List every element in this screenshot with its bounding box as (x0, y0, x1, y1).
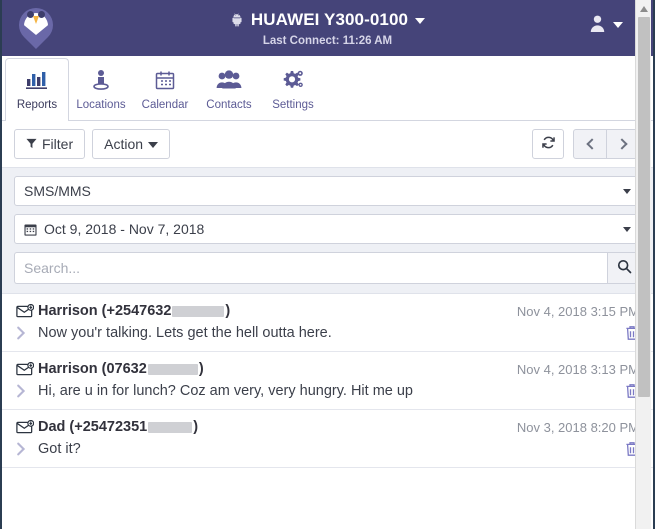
message-text: Hi, are u in for lunch? Coz am very, ver… (38, 383, 413, 399)
tab-contacts-label: Contacts (206, 99, 252, 111)
tab-reports-label: Reports (16, 99, 58, 111)
owl-pin-logo (11, 0, 61, 50)
envelope-incoming-icon (16, 419, 38, 435)
action-toolbar: Filter Action (2, 121, 653, 167)
calendar-icon (24, 223, 37, 236)
tab-contacts[interactable]: Contacts (197, 58, 261, 120)
calendar-icon (154, 67, 176, 93)
bar-chart-icon (25, 67, 49, 93)
envelope-incoming-icon (16, 361, 38, 377)
people-icon (216, 67, 242, 93)
user-avatar-icon (589, 14, 606, 33)
message-body: Hi, are u in for lunch? Coz am very, ver… (16, 383, 639, 399)
message-body: Now you'r talking. Lets get the hell out… (16, 325, 639, 341)
message-timestamp: Nov 4, 2018 3:13 PM (516, 361, 639, 377)
owl-right-eye (38, 11, 45, 18)
action-dropdown-button[interactable]: Action (92, 129, 171, 159)
chevron-down-icon (148, 142, 159, 148)
chevron-down-icon (623, 188, 631, 194)
filter-button[interactable]: Filter (14, 129, 86, 159)
device-name: HUAWEI Y300-0100 (250, 9, 409, 29)
funnel-icon (26, 136, 37, 152)
redacted-phone-digits (148, 421, 193, 433)
scroll-up-arrow-icon[interactable] (636, 0, 651, 17)
expand-message-chevron-right-icon[interactable] (16, 384, 38, 398)
tab-calendar-label: Calendar (141, 99, 189, 111)
message-sender: Harrison (+2547632 ) (38, 303, 230, 319)
refresh-button[interactable] (532, 129, 564, 159)
gears-icon (281, 67, 305, 93)
main-nav-tabs: Reports Locations Calendar Contacts Sett… (2, 56, 653, 121)
message-sender: Harrison (07632 ) (38, 361, 204, 377)
date-range-value: Oct 9, 2018 - Nov 7, 2018 (44, 221, 205, 237)
message-header: Dad (+25472351 ) Nov 3, 2018 8:20 PM (16, 419, 639, 435)
message-text: Now you'r talking. Lets get the hell out… (38, 325, 332, 341)
sender-suffix: ) (225, 303, 231, 319)
last-connect-label: Last Connect: 11:26 AM (262, 34, 393, 47)
sender-prefix: Harrison (+2547632 (38, 303, 172, 319)
tab-settings[interactable]: Settings (261, 58, 325, 120)
table-row[interactable]: Harrison (+2547632 ) Nov 4, 2018 3:15 PM… (2, 294, 653, 352)
refresh-icon (541, 135, 556, 153)
sender-prefix: Dad (+25472351 (38, 419, 148, 435)
action-button-label: Action (104, 136, 144, 152)
tab-locations-label: Locations (76, 99, 126, 111)
pagination-controls (573, 129, 641, 159)
search-row (14, 252, 641, 284)
sender-suffix: ) (193, 419, 199, 435)
header-center: HUAWEI Y300-0100 Last Connect: 11:26 AM (2, 10, 653, 47)
chevron-right-icon (616, 138, 628, 150)
redacted-phone-digits (147, 363, 198, 375)
message-sender: Dad (+25472351 ) (38, 419, 198, 435)
tab-settings-label: Settings (272, 99, 314, 111)
message-header: Harrison (07632 ) Nov 4, 2018 3:13 PM (16, 361, 639, 377)
table-row[interactable]: Dad (+25472351 ) Nov 3, 2018 8:20 PM Got… (2, 410, 653, 468)
app-header: HUAWEI Y300-0100 Last Connect: 11:26 AM (2, 0, 653, 56)
scroll-thumb[interactable] (638, 17, 650, 397)
search-input[interactable] (14, 252, 607, 284)
chevron-down-icon (623, 226, 631, 232)
chevron-down-icon (415, 18, 426, 24)
filter-panel: SMS/MMS Oct 9, 2018 - Nov 7, 2018 (2, 167, 653, 294)
message-header: Harrison (+2547632 ) Nov 4, 2018 3:15 PM (16, 303, 639, 319)
chevron-left-icon (585, 138, 598, 150)
message-timestamp: Nov 3, 2018 8:20 PM (516, 419, 639, 435)
table-row[interactable]: Harrison (07632 ) Nov 4, 2018 3:13 PM Hi… (2, 352, 653, 410)
redacted-phone-digits (172, 305, 225, 317)
tab-reports[interactable]: Reports (5, 58, 69, 121)
page-scrollbar[interactable] (635, 0, 651, 529)
sms-message-list: Harrison (+2547632 ) Nov 4, 2018 3:15 PM… (2, 294, 653, 468)
expand-message-chevron-right-icon[interactable] (16, 442, 38, 456)
account-menu[interactable] (589, 14, 623, 33)
person-pin-icon (90, 67, 112, 93)
date-range-select[interactable]: Oct 9, 2018 - Nov 7, 2018 (14, 214, 641, 244)
message-timestamp: Nov 4, 2018 3:15 PM (516, 303, 639, 319)
envelope-incoming-icon (16, 303, 38, 319)
message-body: Got it? (16, 441, 639, 457)
device-selector[interactable]: HUAWEI Y300-0100 (230, 9, 426, 30)
previous-page-button[interactable] (573, 129, 607, 159)
expand-message-chevron-right-icon[interactable] (16, 326, 38, 340)
owl-beak (33, 16, 39, 24)
sender-suffix: ) (198, 361, 204, 377)
android-icon (230, 12, 244, 27)
report-type-value: SMS/MMS (24, 183, 91, 199)
chevron-down-icon (613, 22, 623, 28)
tab-locations[interactable]: Locations (69, 58, 133, 120)
report-type-select[interactable]: SMS/MMS (14, 176, 641, 206)
app-window: HUAWEI Y300-0100 Last Connect: 11:26 AM (0, 0, 655, 529)
filter-button-label: Filter (42, 136, 74, 152)
search-icon (617, 259, 632, 277)
message-text: Got it? (38, 441, 81, 457)
tab-calendar[interactable]: Calendar (133, 58, 197, 120)
sender-prefix: Harrison (07632 (38, 361, 147, 377)
